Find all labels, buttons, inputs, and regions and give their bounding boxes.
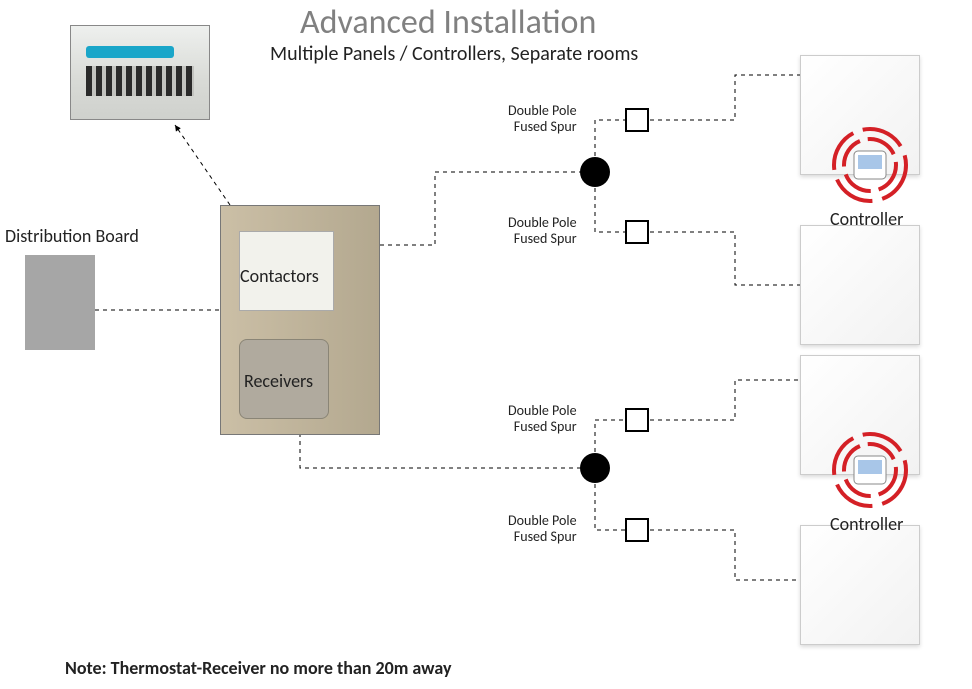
page-title: Advanced Installation [300, 2, 596, 43]
heating-panel-4 [800, 525, 920, 645]
fused-spur-2 [625, 220, 649, 244]
fused-spur-1 [625, 108, 649, 132]
fused-spur-4 [625, 518, 649, 542]
spur-label-2: Double Pole Fused Spur [508, 215, 577, 247]
page-subtitle: Multiple Panels / Controllers, Separate … [270, 42, 638, 66]
distribution-board-label: Distribution Board [5, 225, 139, 247]
receivers-label: Receivers [244, 370, 313, 392]
central-unit-photo [220, 205, 380, 435]
spur-label-4: Double Pole Fused Spur [508, 513, 577, 545]
heating-panel-2 [800, 225, 920, 345]
fused-spur-3 [625, 408, 649, 432]
controller-label-1: Controller [830, 208, 903, 230]
contactors-label: Contactors [240, 265, 319, 287]
spur-label-3: Double Pole Fused Spur [508, 403, 577, 435]
controller-1 [830, 125, 910, 205]
distribution-board-box [25, 255, 95, 350]
breaker-panel-photo [70, 25, 210, 120]
footnote-text: Note: Thermostat-Receiver no more than 2… [65, 657, 451, 679]
controller-2 [830, 430, 910, 510]
junction-node-1 [580, 157, 610, 187]
junction-node-2 [580, 453, 610, 483]
spur-label-1: Double Pole Fused Spur [508, 103, 577, 135]
controller-label-2: Controller [830, 513, 903, 535]
